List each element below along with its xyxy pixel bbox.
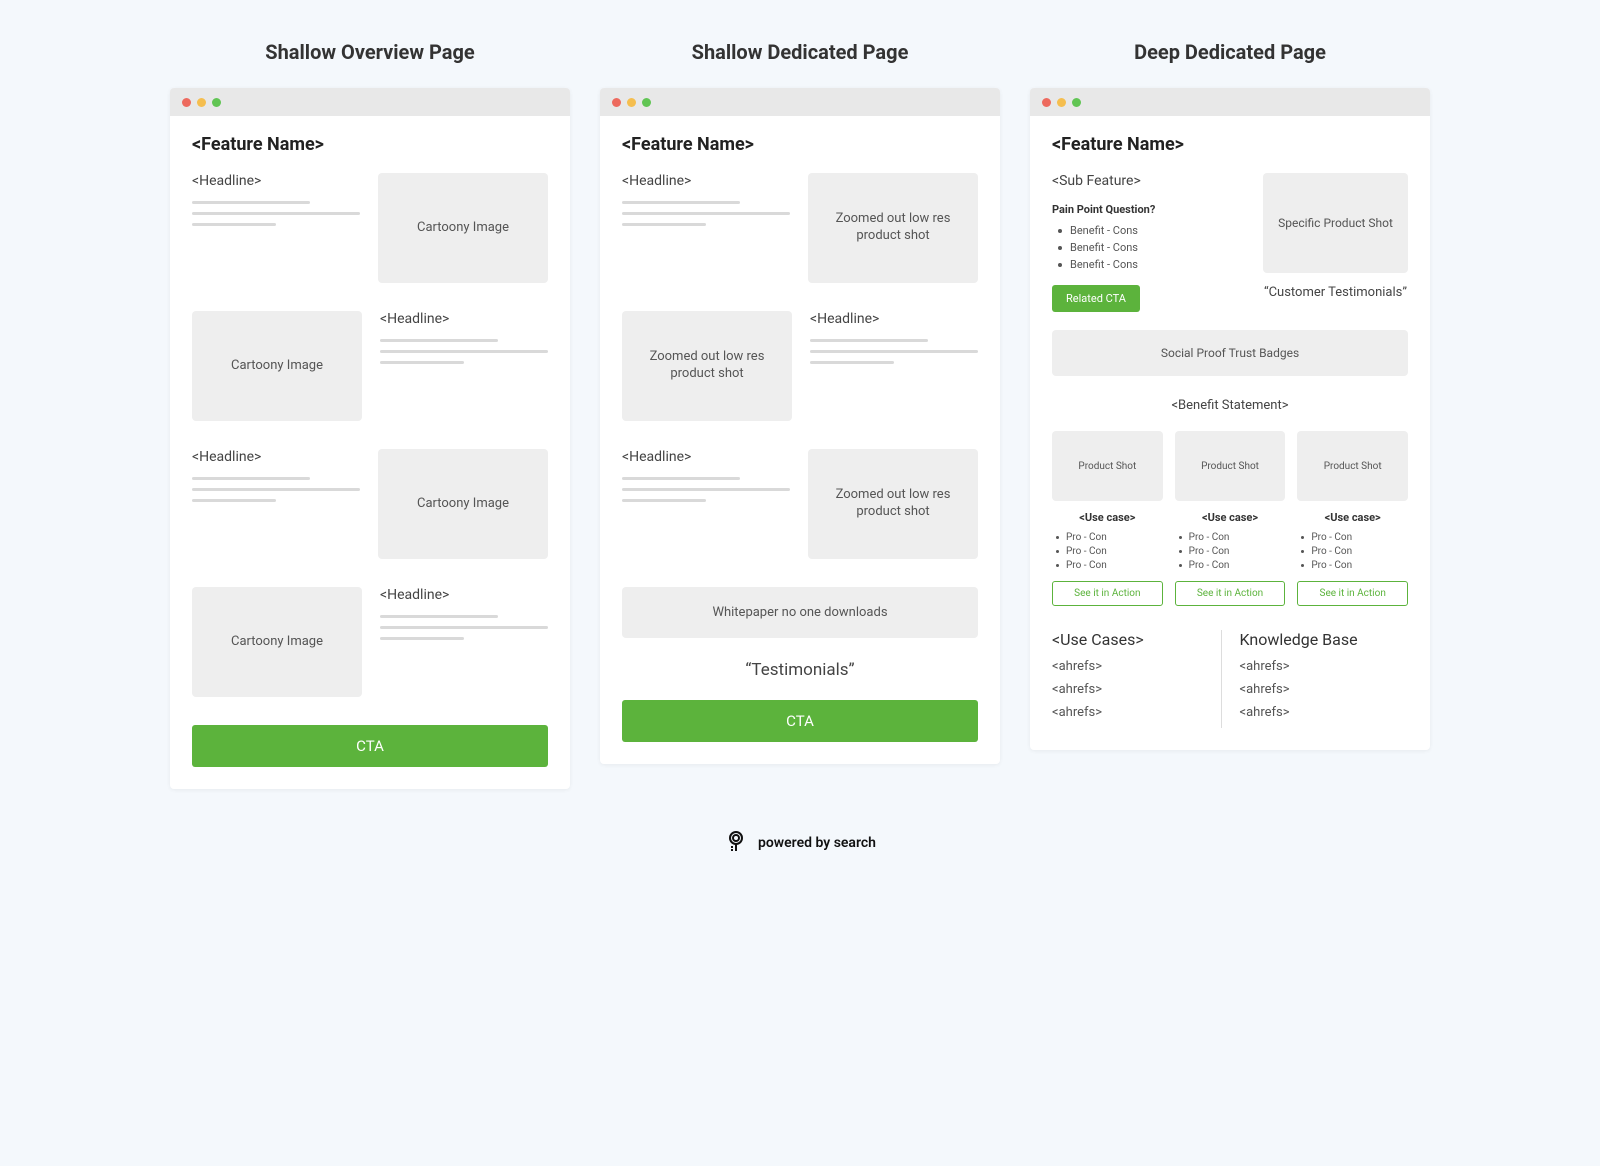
column-title: Shallow Dedicated Page [600,40,1000,64]
specific-product-shot: Specific Product Shot [1263,173,1408,273]
text-block: <Headline> [622,173,790,234]
close-icon [612,98,621,107]
whitepaper-block: Whitepaper no one downloads [622,587,978,638]
headline: <Headline> [380,311,548,327]
ahrefs-link[interactable]: <ahrefs> [1240,659,1399,674]
feature-name: <Feature Name> [192,134,548,155]
column-title: Shallow Overview Page [170,40,570,64]
cartoony-image: Cartoony Image [192,587,362,697]
browser-bar [600,88,1000,116]
text-block: <Headline> [192,173,360,234]
use-case-label: <Use case> [1297,511,1408,524]
maximize-icon [1072,98,1081,107]
ahrefs-link[interactable]: <ahrefs> [1052,682,1211,697]
minimize-icon [197,98,206,107]
product-shot-image: Zoomed out low res product shot [808,173,978,283]
benefit-list: Benefit - Cons Benefit - Cons Benefit - … [1052,224,1245,271]
browser-mockup: <Feature Name> <Headline> Zoomed out low… [600,88,1000,764]
headline: <Headline> [810,311,978,327]
headline: <Headline> [192,449,360,465]
ahrefs-link[interactable]: <ahrefs> [1052,659,1211,674]
footer: powered by search [50,829,1550,857]
browser-mockup: <Feature Name> <Headline> Cartoony Image… [170,88,570,789]
testimonials-label: “Testimonials” [622,660,978,680]
browser-mockup: <Feature Name> <Sub Feature> Pain Point … [1030,88,1430,750]
use-case-card: Product Shot <Use case> Pro - Con Pro - … [1297,431,1408,606]
feature-name: <Feature Name> [622,134,978,155]
cartoony-image: Cartoony Image [378,449,548,559]
text-block: <Headline> [380,311,548,372]
headline: <Headline> [380,587,548,603]
text-block: <Headline> [192,449,360,510]
product-shot: Product Shot [1297,431,1408,501]
footer-text: powered by search [758,835,876,851]
procon-list: Pro - Con Pro - Con Pro - Con [1052,532,1163,571]
maximize-icon [212,98,221,107]
use-case-label: <Use case> [1052,511,1163,524]
headline: <Headline> [622,173,790,189]
benefit-item: Benefit - Cons [1058,241,1245,254]
cartoony-image: Cartoony Image [192,311,362,421]
pain-point-question: Pain Point Question? [1052,203,1245,216]
cartoony-image: Cartoony Image [378,173,548,283]
see-it-in-action-button[interactable]: See it in Action [1175,581,1286,606]
column-title: Deep Dedicated Page [1030,40,1430,64]
knowledge-base-title: Knowledge Base [1240,630,1399,649]
browser-bar [1030,88,1430,116]
benefit-item: Benefit - Cons [1058,224,1245,237]
close-icon [182,98,191,107]
headline: <Headline> [622,449,790,465]
sub-feature: <Sub Feature> [1052,173,1245,189]
shallow-overview-column: Shallow Overview Page <Feature Name> <He… [170,40,570,789]
text-block: <Headline> [380,587,548,648]
text-block: <Headline> [622,449,790,510]
text-block: <Headline> [810,311,978,372]
use-case-label: <Use case> [1175,511,1286,524]
benefit-statement: <Benefit Statement> [1052,398,1408,413]
product-shot: Product Shot [1175,431,1286,501]
logo-icon [724,829,748,857]
minimize-icon [627,98,636,107]
minimize-icon [1057,98,1066,107]
feature-name: <Feature Name> [1052,134,1408,155]
maximize-icon [642,98,651,107]
product-shot: Product Shot [1052,431,1163,501]
procon-list: Pro - Con Pro - Con Pro - Con [1175,532,1286,571]
procon-list: Pro - Con Pro - Con Pro - Con [1297,532,1408,571]
use-case-card: Product Shot <Use case> Pro - Con Pro - … [1052,431,1163,606]
browser-bar [170,88,570,116]
use-cases-title: <Use Cases> [1052,630,1211,649]
product-shot-image: Zoomed out low res product shot [808,449,978,559]
use-case-card: Product Shot <Use case> Pro - Con Pro - … [1175,431,1286,606]
product-shot-image: Zoomed out low res product shot [622,311,792,421]
benefit-item: Benefit - Cons [1058,258,1245,271]
headline: <Headline> [192,173,360,189]
see-it-in-action-button[interactable]: See it in Action [1052,581,1163,606]
related-cta-button[interactable]: Related CTA [1052,285,1140,312]
cta-button[interactable]: CTA [622,700,978,742]
see-it-in-action-button[interactable]: See it in Action [1297,581,1408,606]
social-proof-badges: Social Proof Trust Badges [1052,330,1408,376]
shallow-dedicated-column: Shallow Dedicated Page <Feature Name> <H… [600,40,1000,764]
cta-button[interactable]: CTA [192,725,548,767]
deep-dedicated-column: Deep Dedicated Page <Feature Name> <Sub … [1030,40,1430,750]
customer-testimonials: “Customer Testimonials” [1263,285,1408,300]
ahrefs-link[interactable]: <ahrefs> [1052,705,1211,720]
close-icon [1042,98,1051,107]
ahrefs-link[interactable]: <ahrefs> [1240,705,1399,720]
ahrefs-link[interactable]: <ahrefs> [1240,682,1399,697]
